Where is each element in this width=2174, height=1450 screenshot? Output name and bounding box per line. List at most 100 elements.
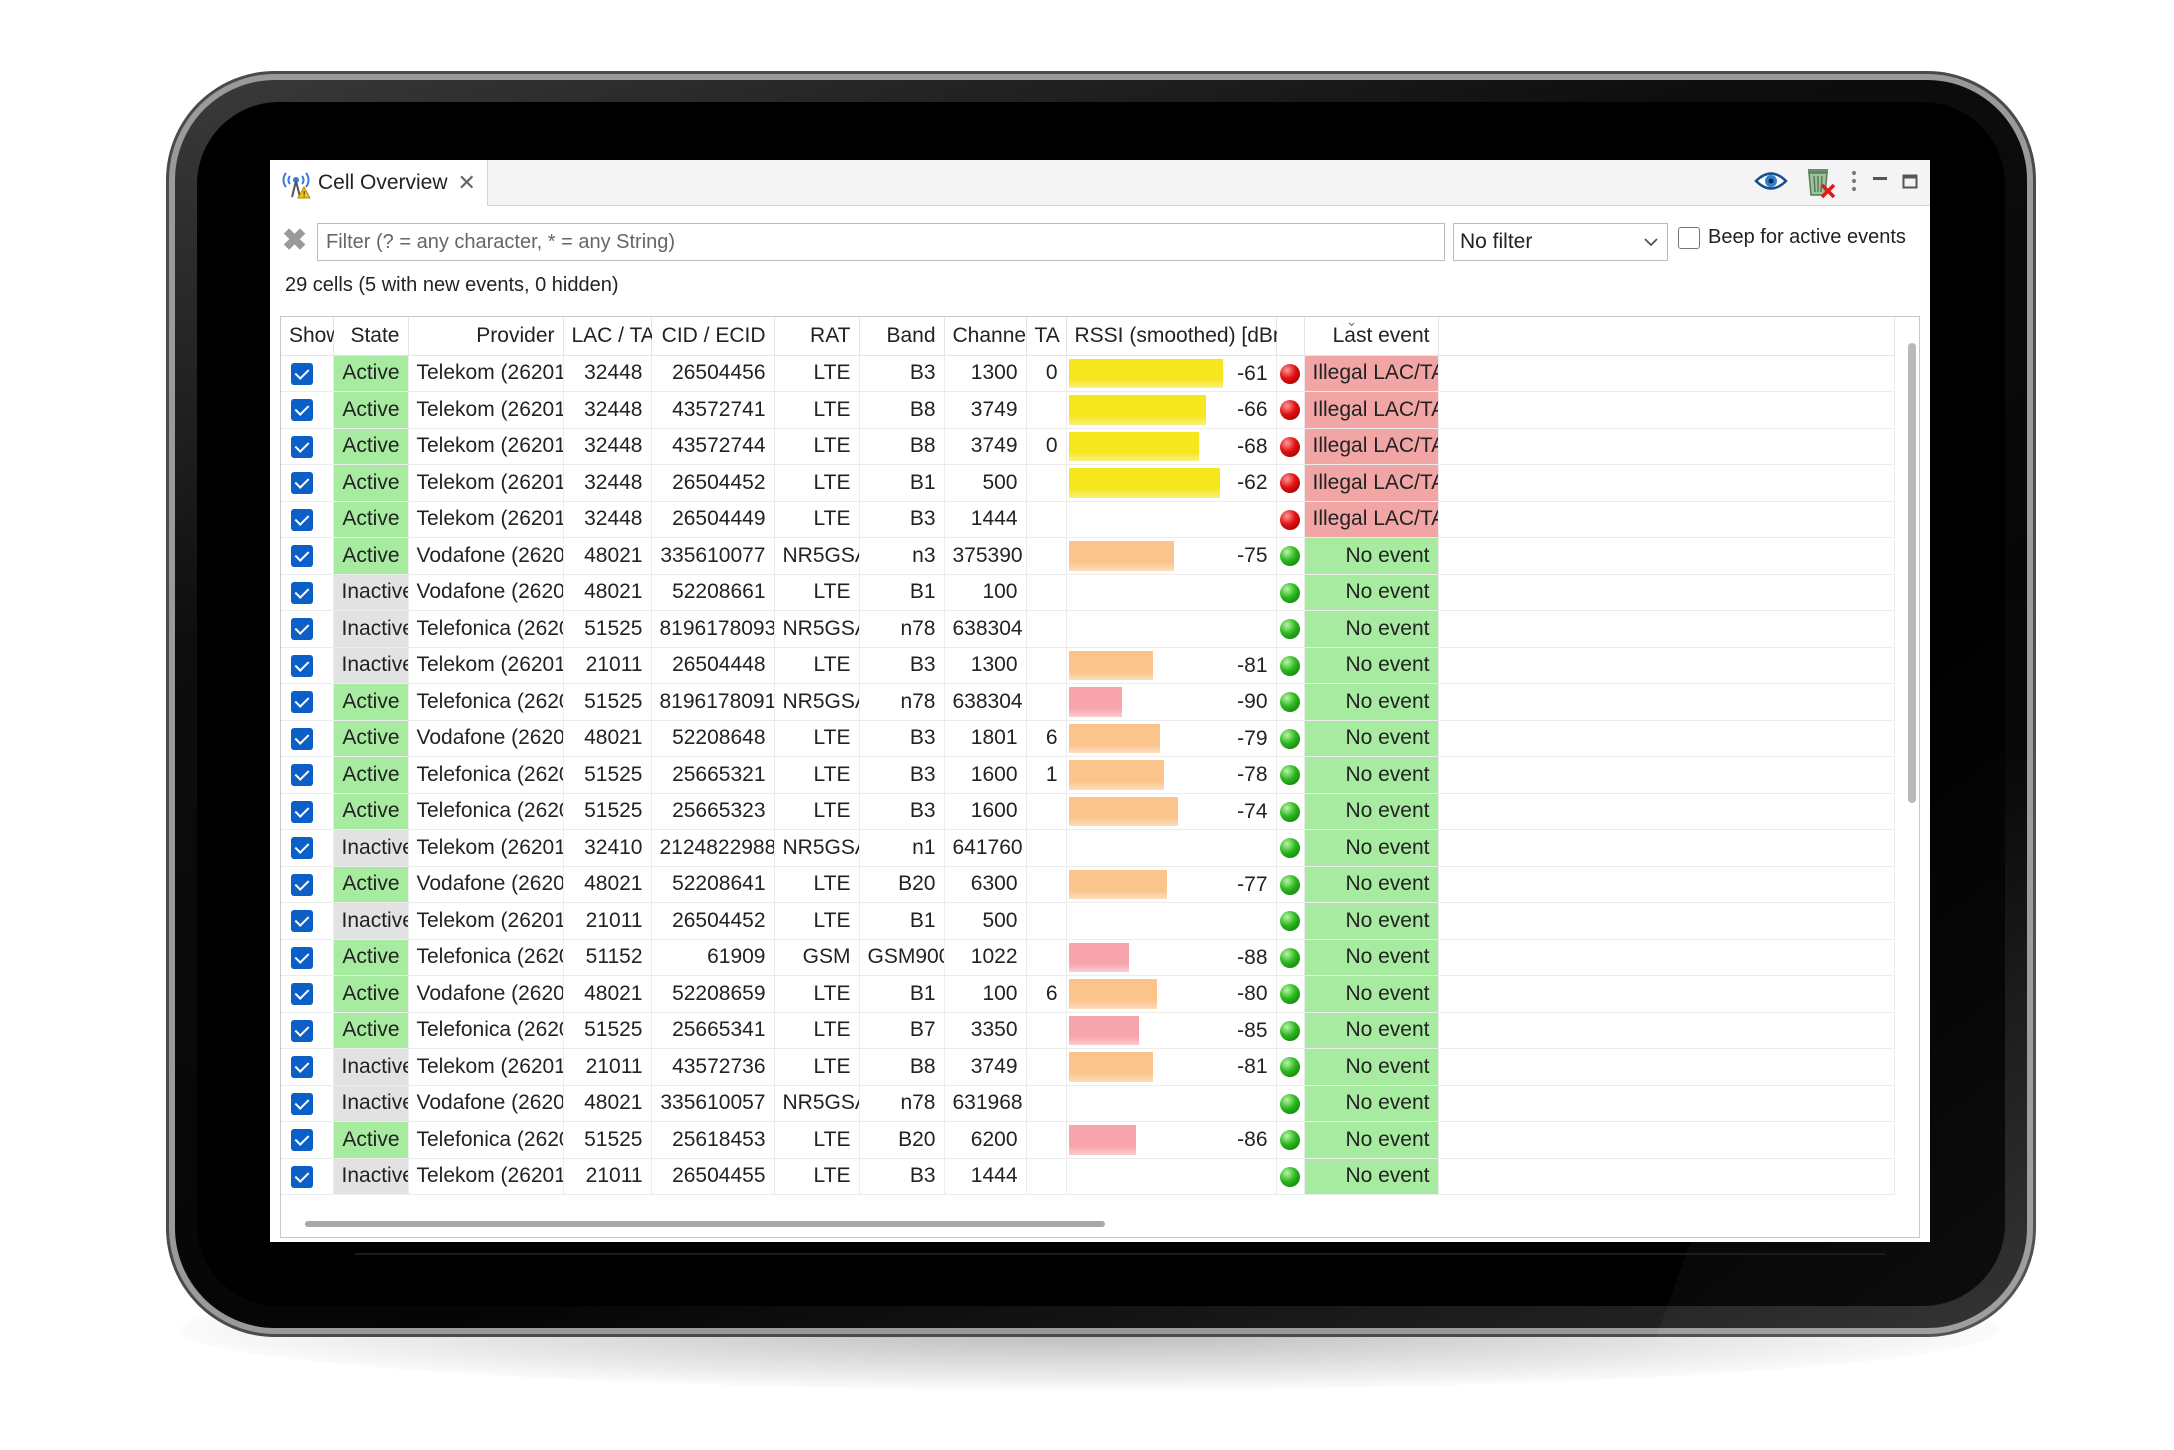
trash-delete-icon[interactable] (1802, 163, 1836, 204)
cell-band: B3 (859, 647, 945, 684)
show-checkbox[interactable] (291, 472, 313, 495)
eye-icon[interactable] (1754, 168, 1788, 199)
show-checkbox[interactable] (291, 764, 313, 787)
column-header-rssi[interactable]: RSSI (smoothed) [dBm] (1066, 317, 1296, 356)
table-row[interactable]: ActiveTelefonica (26203)515258196178091N… (281, 683, 1895, 721)
show-checkbox[interactable] (291, 508, 313, 531)
column-header-ta[interactable]: TA (1026, 317, 1067, 356)
table-row[interactable]: Active Telekom (26201) 32448 26504456 LTE B3 1… (281, 355, 1895, 392)
clear-filter-icon[interactable]: ✖ (282, 224, 307, 258)
column-header-lac-tac[interactable]: LAC / TAC (563, 317, 670, 356)
table-row[interactable]: ActiveVodafone (26202)48021335610077NR5G… (281, 537, 1895, 575)
rssi-bar (1068, 1125, 1136, 1155)
tab-cell-overview[interactable]: ! Cell Overview ✕ (270, 160, 488, 206)
beep-checkbox[interactable]: Beep for active events (1678, 226, 1906, 249)
table-row[interactable]: ActiveTelefonica (26203)5152525665321LTE… (281, 756, 1895, 794)
table-row[interactable]: Inactive Telekom (26201) 21011 26504452 LTE B… (281, 902, 1895, 940)
show-checkbox[interactable] (291, 691, 313, 714)
filter-select[interactable]: No filter (1453, 223, 1668, 261)
status-green-icon (1280, 655, 1300, 676)
rssi-value: -61 (1237, 361, 1268, 385)
filter-input[interactable] (317, 223, 1445, 261)
show-checkbox[interactable] (291, 581, 313, 604)
column-header-cid-ecid[interactable]: CID / ECID (651, 317, 775, 356)
show-checkbox[interactable] (291, 837, 313, 860)
show-checkbox[interactable] (291, 1019, 313, 1042)
horizontal-scrollbar[interactable] (305, 1221, 1105, 1227)
column-header-channel[interactable]: Channel (944, 317, 1031, 356)
column-header-last-event[interactable]: ⌄ Last event (1304, 317, 1439, 356)
column-header-show[interactable]: Show (281, 317, 342, 356)
show-checkbox[interactable] (291, 1056, 313, 1079)
cells-table-container[interactable]: Show State Provider LAC / TAC CID / ECID… (280, 316, 1920, 1238)
table-row[interactable]: ActiveTelefonica (26203)5152525665323LTE… (281, 793, 1895, 830)
table-row[interactable]: ActiveVodafone (26202)4802152208641LTEB2… (281, 866, 1895, 903)
rssi-value: -75 (1237, 544, 1268, 567)
rssi-bar (1068, 1052, 1153, 1082)
column-header-band[interactable]: Band (859, 317, 945, 356)
minimize-icon[interactable] (1872, 169, 1888, 198)
column-header-provider[interactable]: Provider (408, 317, 564, 356)
table-row[interactable]: Inactive Telekom (26201) 21011 43572736 LTE B… (281, 1048, 1895, 1086)
cell-band: B20 (859, 866, 945, 903)
column-header-state[interactable]: State (333, 317, 409, 356)
rssi-value: -62 (1237, 471, 1268, 494)
cell-status (1276, 574, 1305, 611)
table-row[interactable]: Active Telekom (26201) 32448 26504449 LTE B3 1… (281, 501, 1895, 538)
table-row[interactable]: ActiveTelefonica (26203)5152525665341LTE… (281, 1012, 1895, 1049)
cell-event: Illegal LAC/TAC (1304, 391, 1439, 429)
cell-ta: 0 (1026, 355, 1067, 392)
show-checkbox[interactable] (291, 983, 313, 1006)
view-menu-icon[interactable] (1850, 169, 1858, 198)
show-checkbox[interactable] (291, 727, 313, 750)
column-header-status[interactable] (1276, 317, 1305, 356)
show-checkbox[interactable] (291, 1092, 313, 1115)
table-row[interactable]: Active Telekom (26201) 32448 43572741 LTE B8 3… (281, 391, 1895, 429)
show-checkbox[interactable] (291, 1165, 313, 1188)
rssi-bar (1068, 431, 1199, 461)
show-checkbox[interactable] (291, 362, 313, 385)
cell-state: Active (333, 537, 409, 575)
table-row[interactable]: InactiveTelefonica (26203)51525819617809… (281, 610, 1895, 648)
cell-event: No event (1304, 975, 1439, 1013)
maximize-icon[interactable] (1902, 169, 1918, 198)
show-checkbox[interactable] (291, 800, 313, 823)
show-checkbox[interactable] (291, 946, 313, 969)
cell-rssi: -61 (1066, 355, 1277, 392)
cell-state: Active (333, 1012, 409, 1049)
show-checkbox[interactable] (291, 618, 313, 641)
cell-cid: 26504449 (651, 501, 775, 538)
cell-status (1276, 756, 1305, 794)
show-checkbox[interactable] (291, 654, 313, 677)
show-checkbox[interactable] (291, 545, 313, 568)
table-row[interactable]: InactiveVodafone (26202)48021335610057NR… (281, 1085, 1895, 1122)
show-checkbox[interactable] (291, 435, 313, 458)
cell-cid: 26504456 (651, 355, 775, 392)
table-row[interactable]: ActiveTelefonica (26203)5152525618453LTE… (281, 1121, 1895, 1159)
table-row[interactable]: InactiveTelekom (26201)3241021248229888N… (281, 829, 1895, 867)
table-row[interactable]: Inactive Telekom (26201) 21011 26504455 LTE B… (281, 1158, 1895, 1195)
table-row[interactable]: Active Telekom (26201) 32448 26504452 LTE B1 5… (281, 464, 1895, 502)
vertical-scrollbar[interactable] (1908, 343, 1916, 803)
table-row[interactable]: ActiveTelefonica (26203)5115261909GSMGSM… (281, 939, 1895, 976)
tab-close-icon[interactable]: ✕ (458, 170, 476, 196)
show-checkbox[interactable] (291, 910, 313, 933)
cell-rssi: -80 (1066, 975, 1277, 1013)
cell-state: Active (333, 683, 409, 721)
show-checkbox[interactable] (291, 399, 313, 422)
table-row[interactable]: ActiveVodafone (26202)4802152208659LTEB1… (281, 975, 1895, 1013)
cell-rat: NR5GSA (774, 610, 860, 648)
show-checkbox[interactable] (291, 873, 313, 896)
table-row[interactable]: Active Telekom (26201) 32448 43572744 LTE B8 3… (281, 428, 1895, 465)
table-row[interactable]: InactiveVodafone (26202)4802152208661LTE… (281, 574, 1895, 611)
cell-ta (1026, 1048, 1067, 1086)
column-header-rat[interactable]: RAT (774, 317, 860, 356)
rssi-value: -78 (1237, 763, 1268, 786)
cell-band: B20 (859, 1121, 945, 1159)
beep-checkbox-box[interactable] (1678, 226, 1700, 249)
table-row[interactable]: Inactive Telekom (26201) 21011 26504448 LTE B… (281, 647, 1895, 684)
cell-status (1276, 939, 1305, 976)
show-checkbox[interactable] (291, 1129, 313, 1152)
cell-rat: LTE (774, 1121, 860, 1159)
table-row[interactable]: ActiveVodafone (26202)4802152208648LTEB3… (281, 720, 1895, 757)
